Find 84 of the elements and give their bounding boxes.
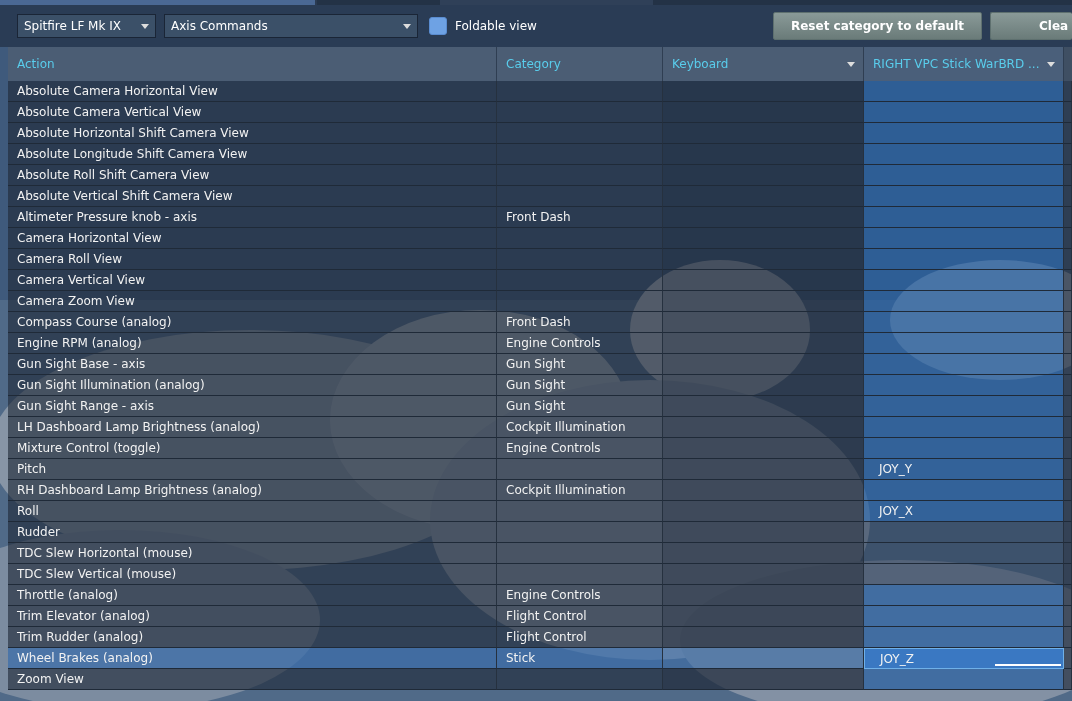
table-cell: Front Dash: [497, 207, 663, 228]
table-cell[interactable]: Absolute Roll Shift Camera View: [8, 165, 497, 186]
table-cell[interactable]: Absolute Camera Vertical View: [8, 102, 497, 123]
table-cell: Engine Controls: [497, 585, 663, 606]
table-cell[interactable]: [864, 312, 1064, 333]
toolbar-button[interactable]: Reset category to default: [773, 12, 982, 40]
table-cell: Flight Control: [497, 606, 663, 627]
table-cell[interactable]: [864, 165, 1064, 186]
column-header: [1064, 47, 1072, 81]
table-cell[interactable]: [864, 249, 1064, 270]
table-cell[interactable]: JOY_X: [864, 501, 1064, 522]
caret-icon: [141, 23, 149, 29]
column-header[interactable]: Category: [497, 47, 663, 81]
table-cell[interactable]: [864, 480, 1064, 501]
table-cell[interactable]: Absolute Horizontal Shift Camera View: [8, 123, 497, 144]
table-cell[interactable]: LH Dashboard Lamp Brightness (analog): [8, 417, 497, 438]
table-cell: Gun Sight: [497, 354, 663, 375]
table-cell[interactable]: Engine RPM (analog): [8, 333, 497, 354]
table-cell: Cockpit Illumination: [497, 480, 663, 501]
table-cell[interactable]: [864, 270, 1064, 291]
table-cell[interactable]: [864, 354, 1064, 375]
table-cell[interactable]: Wheel Brakes (analog): [8, 648, 497, 669]
checkbox[interactable]: [429, 17, 447, 35]
table-cell[interactable]: [864, 396, 1064, 417]
dropdown[interactable]: Axis Commands: [164, 14, 418, 38]
table-cell[interactable]: Camera Zoom View: [8, 291, 497, 312]
table-cell[interactable]: JOY_Y: [864, 459, 1064, 480]
table-cell[interactable]: [864, 144, 1064, 165]
table-cell[interactable]: RH Dashboard Lamp Brightness (analog): [8, 480, 497, 501]
table-cell[interactable]: [864, 375, 1064, 396]
table-cell[interactable]: [864, 438, 1064, 459]
table-cell: Gun Sight: [497, 375, 663, 396]
toolbar-button[interactable]: Clea: [990, 12, 1072, 40]
table-cell[interactable]: [864, 186, 1064, 207]
table-cell[interactable]: Compass Course (analog): [8, 312, 497, 333]
table-cell[interactable]: Trim Rudder (analog): [8, 627, 497, 648]
table-cell: Front Dash: [497, 312, 663, 333]
table-cell[interactable]: [864, 522, 1064, 543]
table-cell: Engine Controls: [497, 438, 663, 459]
table-cell[interactable]: Altimeter Pressure knob - axis: [8, 207, 497, 228]
column-header[interactable]: RIGHT VPC Stick WarBRD ...: [864, 47, 1064, 81]
table-cell[interactable]: [864, 228, 1064, 249]
table-cell[interactable]: [864, 585, 1064, 606]
table-cell: Gun Sight: [497, 396, 663, 417]
table-cell[interactable]: Throttle (analog): [8, 585, 497, 606]
table-cell[interactable]: [864, 123, 1064, 144]
table-cell[interactable]: [864, 564, 1064, 585]
checkbox-label: Foldable view: [455, 19, 537, 33]
table-cell[interactable]: TDC Slew Horizontal (mouse): [8, 543, 497, 564]
table-cell[interactable]: [864, 102, 1064, 123]
table-cell[interactable]: Camera Roll View: [8, 249, 497, 270]
table-cell[interactable]: Gun Sight Base - axis: [8, 354, 497, 375]
table-cell[interactable]: [864, 669, 1064, 690]
table-cell: Cockpit Illumination: [497, 417, 663, 438]
caret-icon: [403, 23, 411, 29]
table-cell[interactable]: [864, 333, 1064, 354]
dropdown[interactable]: Spitfire LF Mk IX: [17, 14, 156, 38]
table-cell: Engine Controls: [497, 333, 663, 354]
table-cell[interactable]: JOY_Z: [864, 648, 1064, 669]
table-cell[interactable]: Trim Elevator (analog): [8, 606, 497, 627]
table-cell[interactable]: Mixture Control (toggle): [8, 438, 497, 459]
table-cell[interactable]: [864, 606, 1064, 627]
table-cell[interactable]: [864, 627, 1064, 648]
table-cell[interactable]: Zoom View: [8, 669, 497, 690]
table-cell[interactable]: Absolute Vertical Shift Camera View: [8, 186, 497, 207]
table-cell[interactable]: [864, 291, 1064, 312]
table-cell[interactable]: Rudder: [8, 522, 497, 543]
table-cell: Flight Control: [497, 627, 663, 648]
table-cell[interactable]: Camera Vertical View: [8, 270, 497, 291]
table-cell[interactable]: Absolute Camera Horizontal View: [8, 81, 497, 102]
table-cell[interactable]: Roll: [8, 501, 497, 522]
table-cell[interactable]: [864, 417, 1064, 438]
table-cell[interactable]: Gun Sight Range - axis: [8, 396, 497, 417]
table-cell[interactable]: Pitch: [8, 459, 497, 480]
table-cell[interactable]: [864, 81, 1064, 102]
table-cell[interactable]: TDC Slew Vertical (mouse): [8, 564, 497, 585]
table-cell[interactable]: [864, 207, 1064, 228]
table-cell[interactable]: [864, 543, 1064, 564]
table-cell: Stick: [497, 648, 663, 669]
table-cell[interactable]: Gun Sight Illumination (analog): [8, 375, 497, 396]
table-cell[interactable]: Absolute Longitude Shift Camera View: [8, 144, 497, 165]
column-header[interactable]: Action: [8, 47, 497, 81]
axis-indicator: [995, 664, 1061, 666]
table-cell[interactable]: Camera Horizontal View: [8, 228, 497, 249]
